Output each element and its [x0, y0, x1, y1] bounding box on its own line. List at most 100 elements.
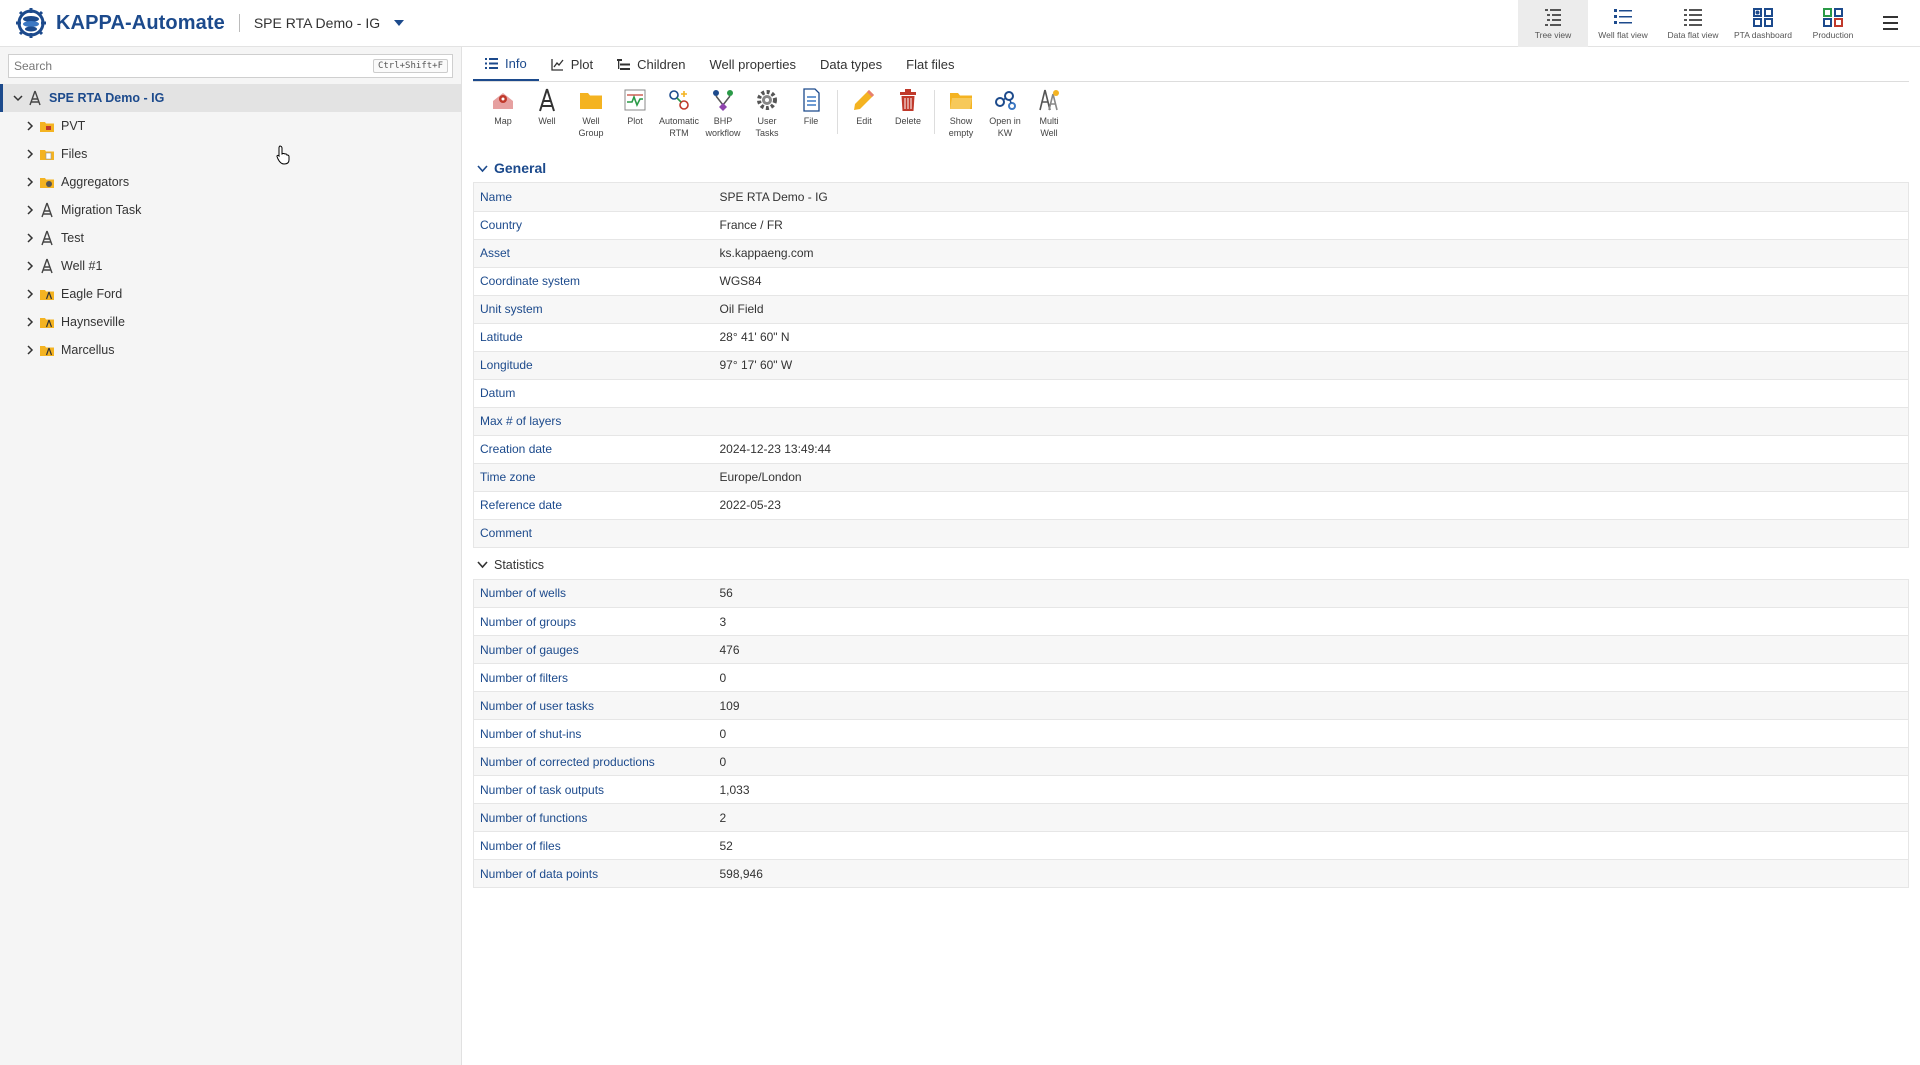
- edit-button[interactable]: Edit: [842, 87, 886, 127]
- table-row: Number of shut-ins 0: [473, 719, 1909, 748]
- chevron-right-icon[interactable]: [25, 149, 35, 159]
- tab-info[interactable]: Info: [473, 47, 539, 81]
- property-value[interactable]: 2024-12-23 13:49:44: [713, 435, 1909, 464]
- chevron-right-icon[interactable]: [25, 289, 35, 299]
- file-icon: [803, 88, 820, 112]
- property-value[interactable]: [713, 379, 1909, 408]
- chevron-right-icon[interactable]: [25, 121, 35, 131]
- list-icon: [485, 57, 498, 69]
- tree-item[interactable]: Test: [0, 224, 461, 252]
- property-value[interactable]: [713, 407, 1909, 436]
- tab-bar: Info Plot Children Well properties Data …: [473, 47, 1909, 82]
- chevron-right-icon[interactable]: [25, 345, 35, 355]
- property-key: Asset: [473, 239, 714, 268]
- property-key: Latitude: [473, 323, 714, 352]
- statistics-properties: Number of wells 56 Number of groups 3 Numb…: [473, 578, 1909, 888]
- tab-children[interactable]: Children: [605, 47, 697, 81]
- table-row: Latitude 28° 41' 60" N: [473, 323, 1909, 352]
- general-section-title: General: [494, 160, 547, 176]
- property-value[interactable]: [713, 519, 1909, 548]
- add-well-button[interactable]: Well: [525, 87, 569, 127]
- tree-root[interactable]: SPE RTA Demo - IG: [0, 84, 461, 112]
- plot-icon: [624, 89, 646, 111]
- statistic-value: 56: [713, 579, 1909, 608]
- view-switcher: Tree view Well flat view Data flat view: [1518, 0, 1868, 47]
- file-label: File: [803, 116, 819, 126]
- multi-well-button[interactable]: Multi Well: [1027, 87, 1071, 139]
- tree-item[interactable]: Aggregators: [0, 168, 461, 196]
- production-icon: [1823, 8, 1843, 27]
- table-row: Number of data points 598,946: [473, 859, 1909, 888]
- view-tree[interactable]: Tree view: [1518, 0, 1588, 47]
- project-name[interactable]: SPE RTA Demo - IG: [254, 15, 380, 31]
- project-dropdown-icon[interactable]: [394, 20, 405, 26]
- chevron-right-icon[interactable]: [25, 317, 35, 327]
- tab-data-types[interactable]: Data types: [808, 47, 894, 81]
- delete-button[interactable]: Delete: [886, 87, 930, 127]
- property-value[interactable]: WGS84: [713, 267, 1909, 296]
- chevron-right-icon[interactable]: [25, 233, 35, 243]
- tab-label: Data types: [819, 56, 883, 72]
- show-empty-button[interactable]: Show empty: [939, 87, 983, 139]
- add-file-button[interactable]: File: [789, 87, 833, 127]
- chevron-right-icon[interactable]: [25, 177, 35, 187]
- add-well-group-button[interactable]: Well Group: [569, 87, 613, 139]
- general-section-header[interactable]: General: [473, 154, 1909, 182]
- general-properties: Name SPE RTA Demo - IG Country France / FR…: [473, 182, 1909, 548]
- empty-folder-icon: [950, 93, 972, 109]
- tree-item[interactable]: Files: [0, 140, 461, 168]
- automatic-rtm-button[interactable]: Automatic RTM: [657, 87, 701, 139]
- property-value[interactable]: SPE RTA Demo - IG: [713, 183, 1909, 212]
- property-value[interactable]: 2022-05-23: [713, 491, 1909, 520]
- main-menu-icon[interactable]: [1883, 16, 1898, 30]
- property-value[interactable]: 28° 41' 60" N: [713, 323, 1909, 352]
- tab-flat-files[interactable]: Flat files: [894, 47, 966, 81]
- view-data-flat[interactable]: Data flat view: [1658, 0, 1728, 47]
- table-row: Name SPE RTA Demo - IG: [473, 183, 1909, 212]
- search-box: Ctrl+Shift+F: [8, 54, 453, 78]
- automatic-rtm-label: Automatic RTM: [658, 116, 700, 138]
- statistic-key: Number of filters: [473, 663, 714, 692]
- well-label: Well: [538, 116, 556, 126]
- user-tasks-button[interactable]: User Tasks: [745, 87, 789, 139]
- bhp-workflow-button[interactable]: BHP workflow: [701, 87, 745, 139]
- tab-plot[interactable]: Plot: [539, 47, 605, 81]
- tree-item[interactable]: Marcellus: [0, 336, 461, 364]
- property-value[interactable]: ks.kappaeng.com: [713, 239, 1909, 268]
- tree-item[interactable]: PVT: [0, 112, 461, 140]
- view-well-flat[interactable]: Well flat view: [1588, 0, 1658, 47]
- property-key: Longitude: [473, 351, 714, 380]
- property-value[interactable]: Oil Field: [713, 295, 1909, 324]
- search-input[interactable]: [9, 59, 373, 73]
- table-row: Reference date 2022-05-23: [473, 491, 1909, 520]
- tab-well-properties[interactable]: Well properties: [698, 47, 808, 81]
- aggregators-folder-icon: [40, 178, 54, 188]
- chevron-right-icon[interactable]: [25, 261, 35, 271]
- view-production[interactable]: Production: [1798, 0, 1868, 47]
- tree-item[interactable]: Migration Task: [0, 196, 461, 224]
- property-value[interactable]: 97° 17' 60" W: [713, 351, 1909, 380]
- open-in-kw-button[interactable]: Open in KW: [983, 87, 1027, 139]
- property-key: Unit system: [473, 295, 714, 324]
- map-button[interactable]: Map: [481, 87, 525, 127]
- property-value[interactable]: Europe/London: [713, 463, 1909, 492]
- statistic-value: 109: [713, 691, 1909, 720]
- property-value[interactable]: France / FR: [713, 211, 1909, 240]
- statistic-value: 1,033: [713, 775, 1909, 804]
- well-group-folder-icon: [40, 346, 54, 356]
- header-divider: [238, 14, 240, 32]
- statistics-section-header[interactable]: Statistics: [473, 551, 1909, 579]
- table-row: Number of functions 2: [473, 803, 1909, 832]
- property-key: Country: [473, 211, 714, 240]
- chevron-down-icon[interactable]: [13, 93, 23, 103]
- view-pta-dashboard[interactable]: PTA dashboard: [1728, 0, 1798, 47]
- chevron-right-icon[interactable]: [25, 205, 35, 215]
- tree-item[interactable]: Haynseville: [0, 308, 461, 336]
- tree-item[interactable]: Eagle Ford: [0, 280, 461, 308]
- well-group-folder-icon: [40, 290, 54, 300]
- pvt-folder-icon: [40, 122, 54, 132]
- tree-item[interactable]: Well #1: [0, 252, 461, 280]
- logo[interactable]: KAPPA-Automate: [14, 6, 225, 40]
- add-plot-button[interactable]: Plot: [613, 87, 657, 127]
- plot-label: Plot: [627, 116, 643, 126]
